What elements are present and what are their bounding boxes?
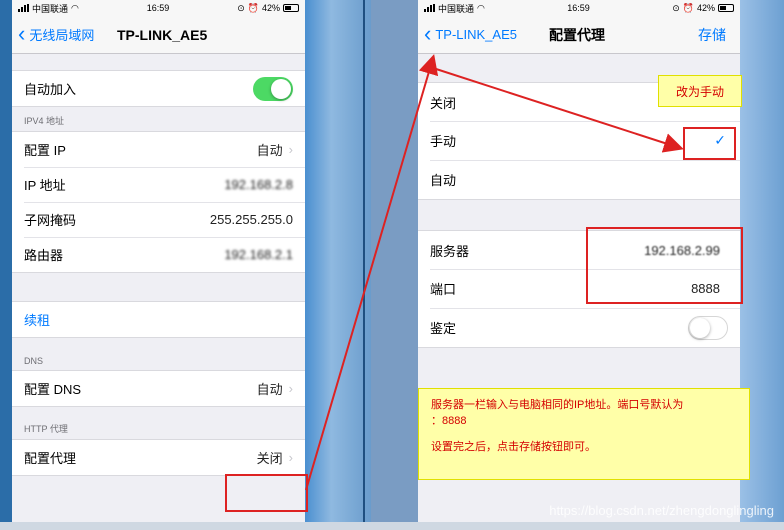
navigation-bar: ‹ 无线局域网 TP-LINK_AE5: [12, 16, 305, 54]
back-button[interactable]: ‹ 无线局域网: [12, 20, 95, 46]
instruction-line-1: 服务器一栏输入与电脑相同的IP地址。端口号默认为: [431, 399, 684, 411]
ip-address-row: IP 地址 192.168.2.8: [12, 167, 305, 202]
battery-percent: 42%: [261, 3, 280, 13]
subnet-row: 子网掩码 255.255.255.0: [12, 202, 305, 237]
chevron-right-icon: ›: [288, 381, 293, 396]
config-dns-label: 配置 DNS: [24, 382, 82, 397]
page-title: TP-LINK_AE5: [117, 26, 208, 43]
instruction-line-3: 设置完之后，点击存储按钮即可。: [431, 441, 596, 453]
carrier-label: 中国联通: [32, 3, 69, 14]
auto-join-toggle[interactable]: [253, 76, 293, 101]
auth-label: 鉴定: [430, 321, 457, 336]
renew-label: 续租: [24, 313, 51, 328]
lock-rotation-icon: ⊙: [672, 2, 680, 13]
config-ip-value: 自动: [256, 143, 283, 158]
router-value: 192.168.2.1: [224, 247, 293, 262]
proxy-value-highlight: [225, 474, 308, 512]
clock: 16:59: [146, 3, 170, 13]
ipv4-group: 配置 IP 自动 › IP 地址 192.168.2.8 子网掩码 255.255…: [12, 131, 305, 273]
chevron-right-icon: ›: [288, 142, 293, 157]
save-button[interactable]: 存储: [698, 25, 726, 45]
window-divider: [363, 0, 365, 530]
taskbar: [0, 522, 784, 530]
page-title: 配置代理: [549, 26, 605, 43]
auto-join-group: 自动加入: [12, 70, 305, 107]
lock-rotation-icon: ⊙: [237, 2, 245, 13]
status-bar: 中国联通 ◠ 16:59 ⊙ ⏰ 42%: [12, 0, 305, 16]
chevron-left-icon: ‹: [18, 20, 26, 46]
ip-address-label: IP 地址: [24, 178, 66, 193]
back-label: 无线局域网: [29, 28, 95, 43]
wifi-detail-screen: 中国联通 ◠ 16:59 ⊙ ⏰ 42% ‹ 无线局域网 TP-LINK_AE5…: [12, 0, 305, 522]
proxy-group: 配置代理 关闭 ›: [12, 439, 305, 476]
config-dns-value: 自动: [256, 382, 283, 397]
signal-icon: [424, 4, 435, 12]
config-proxy-label: 配置代理: [24, 451, 77, 466]
auth-row: 鉴定: [418, 308, 740, 347]
server-port-highlight: [586, 227, 743, 304]
instruction-line-2: ：8888: [431, 415, 467, 427]
config-ip-label: 配置 IP: [24, 143, 66, 158]
auto-join-label: 自动加入: [24, 82, 77, 97]
option-auto-label: 自动: [430, 173, 457, 188]
ip-address-value: 192.168.2.8: [224, 177, 293, 192]
battery-icon: [718, 4, 734, 12]
dns-group: 配置 DNS 自动 ›: [12, 370, 305, 407]
option-off-label: 关闭: [430, 95, 457, 111]
navigation-bar: ‹ TP-LINK_AE5 配置代理 存储: [418, 16, 740, 54]
back-label: TP-LINK_AE5: [435, 27, 517, 42]
option-manual-label: 手动: [430, 134, 457, 149]
clock: 16:59: [567, 3, 590, 13]
signal-icon: [18, 4, 29, 12]
config-ip-row[interactable]: 配置 IP 自动 ›: [12, 132, 305, 167]
subnet-label: 子网掩码: [24, 213, 77, 228]
wifi-icon: ◠: [71, 2, 79, 13]
proxy-option-auto[interactable]: 自动: [418, 160, 740, 199]
server-label: 服务器: [430, 243, 470, 259]
change-to-manual-note: 改为手动: [658, 75, 742, 107]
config-proxy-value: 关闭: [256, 451, 283, 466]
wifi-icon: ◠: [477, 2, 485, 13]
window-frame-left: [0, 0, 12, 530]
alarm-icon: ⏰: [682, 2, 694, 13]
battery-percent: 42%: [696, 3, 715, 13]
dns-header: DNS: [24, 356, 44, 366]
config-proxy-row[interactable]: 配置代理 关闭 ›: [12, 440, 305, 475]
port-label: 端口: [430, 282, 457, 297]
renew-group: 续租: [12, 301, 305, 338]
auth-toggle[interactable]: [688, 315, 728, 340]
watermark: https://blog.csdn.net/zhengdonglingling: [549, 503, 774, 518]
instructions-note: 服务器一栏输入与电脑相同的IP地址。端口号默认为 ：8888 设置完之后，点击存…: [418, 388, 750, 480]
battery-icon: [283, 4, 299, 12]
subnet-value: 255.255.255.0: [209, 212, 293, 227]
http-proxy-header: HTTP 代理: [24, 424, 68, 434]
back-button[interactable]: ‹ TP-LINK_AE5: [418, 20, 517, 46]
router-label: 路由器: [24, 248, 64, 263]
auto-join-row: 自动加入: [12, 71, 305, 106]
ipv4-header: IPV4 地址: [24, 116, 65, 126]
router-row: 路由器 192.168.2.1: [12, 237, 305, 272]
window-frame-middle: [305, 0, 371, 530]
chevron-left-icon: ‹: [424, 20, 432, 46]
config-dns-row[interactable]: 配置 DNS 自动 ›: [12, 371, 305, 406]
manual-check-highlight: [683, 127, 736, 160]
chevron-right-icon: ›: [288, 450, 293, 465]
carrier-label: 中国联通: [438, 3, 475, 14]
status-bar: 中国联通 ◠ 16:59 ⊙ ⏰ 42%: [418, 0, 740, 16]
alarm-icon: ⏰: [247, 2, 259, 13]
renew-lease-button[interactable]: 续租: [12, 302, 305, 337]
